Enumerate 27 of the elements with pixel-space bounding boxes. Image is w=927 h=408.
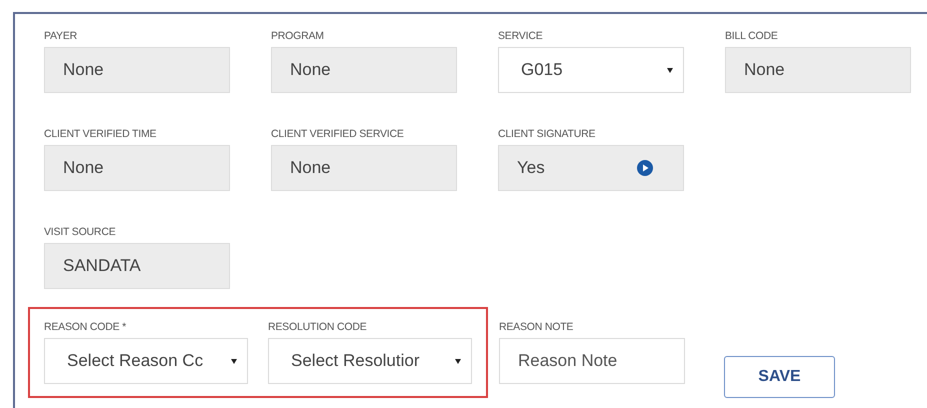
readonly-field: SANDATA <box>44 243 230 289</box>
field-label: VISIT SOURCE <box>44 226 117 240</box>
field-label: CLIENT SIGNATURE <box>498 128 596 142</box>
readonly-field: None <box>271 47 457 93</box>
play-icon[interactable] <box>637 160 653 176</box>
field-label: SERVICE <box>498 30 544 44</box>
readonly-field: None <box>44 145 230 191</box>
field-label: PAYER <box>44 30 78 44</box>
dropdown[interactable]: Select Resolutior <box>268 338 472 384</box>
readonly-field: None <box>271 145 457 191</box>
field-label: REASON CODE * <box>44 321 127 335</box>
readonly-field: None <box>725 47 911 93</box>
input-field[interactable]: Reason Note <box>499 338 685 384</box>
save-button[interactable]: SAVE <box>724 356 835 398</box>
dropdown[interactable]: G015 <box>498 47 684 93</box>
field-label: CLIENT VERIFIED TIME <box>44 128 158 142</box>
field-label: PROGRAM <box>271 30 325 44</box>
caret-icon <box>667 68 673 72</box>
readonly-field: Yes <box>498 145 684 191</box>
field-label: RESOLUTION CODE <box>268 321 368 335</box>
field-label: BILL CODE <box>725 30 779 44</box>
readonly-field: None <box>44 47 230 93</box>
field-label: CLIENT VERIFIED SERVICE <box>271 128 405 142</box>
caret-icon <box>231 358 237 364</box>
field-label: REASON NOTE <box>499 321 574 335</box>
dropdown[interactable]: Select Reason Cc <box>44 338 248 384</box>
caret-icon <box>455 358 461 364</box>
